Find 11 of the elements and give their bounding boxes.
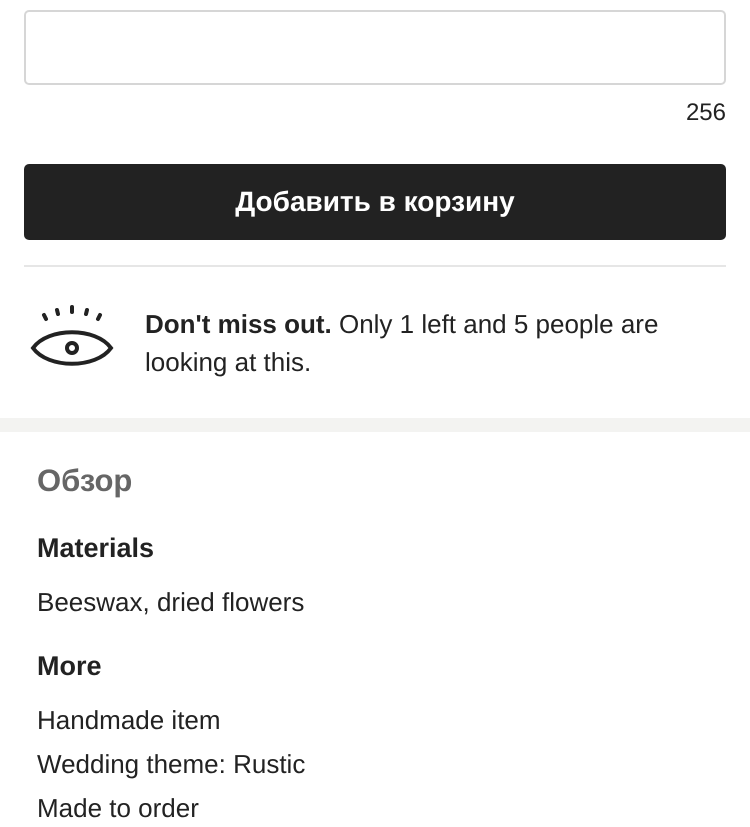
note-input-field[interactable] [24, 10, 726, 85]
add-to-cart-button[interactable]: Добавить в корзину [24, 164, 726, 240]
detail-text: Wedding theme: Rustic [37, 748, 306, 781]
detail-text: Beeswax, dried flowers [37, 586, 304, 618]
overview-heading: Обзор [37, 463, 132, 499]
section-heading: More [37, 650, 102, 682]
detail-text: Made to order [37, 792, 199, 825]
character-counter: 256 [686, 99, 726, 127]
detail-text: Handmade item [37, 704, 221, 737]
scarcity-notice-text: Don't miss out. Only 1 left and 5 people are looking at this. [145, 308, 660, 379]
section-heading: Materials [37, 532, 154, 564]
